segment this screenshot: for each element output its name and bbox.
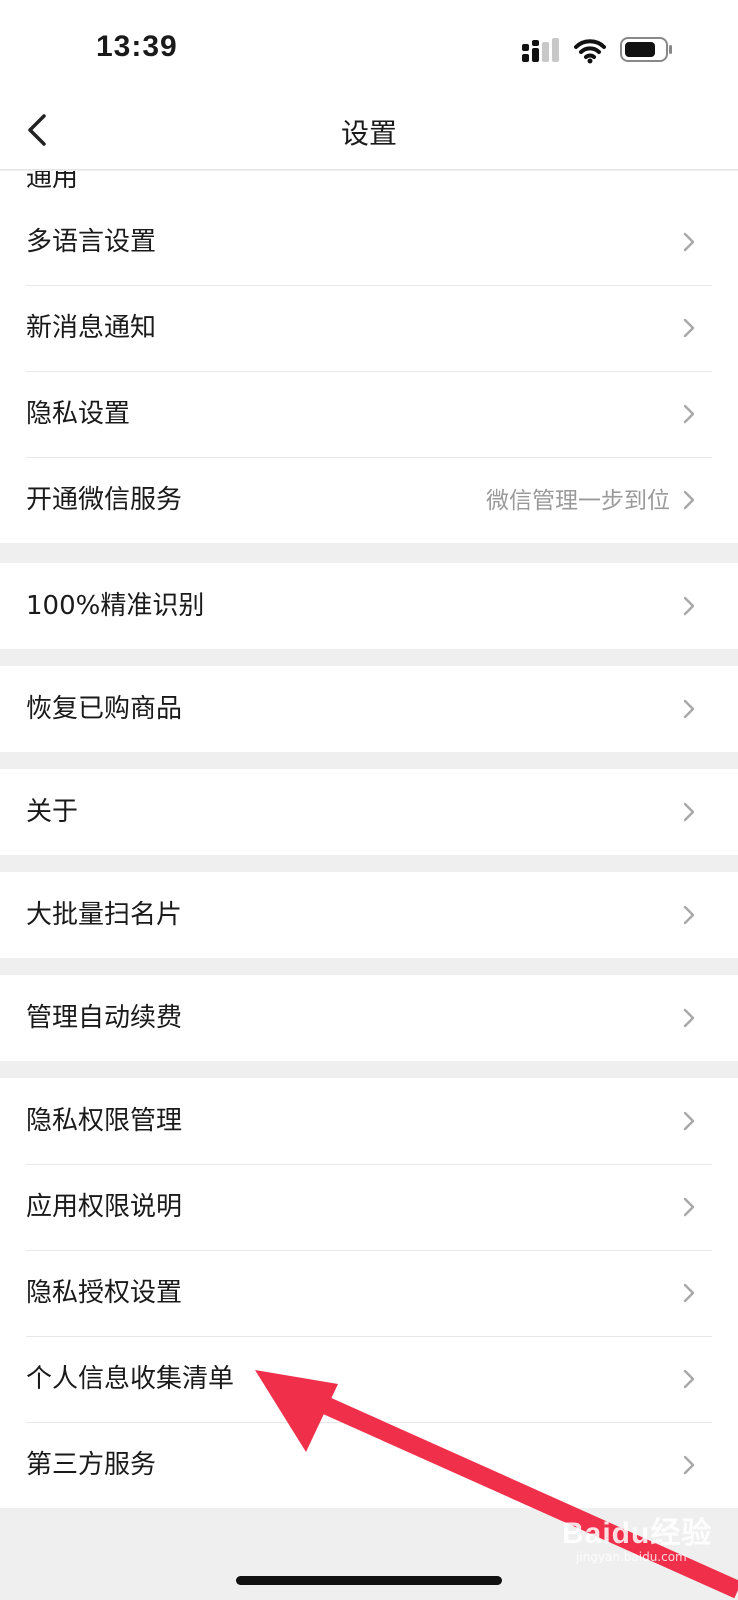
status-bar: 13:39 (0, 0, 738, 92)
watermark-url: jingyan.baidu.com (576, 1550, 687, 1564)
settings-group-recognition: 100%精准识别 (0, 563, 738, 649)
settings-item-third-party[interactable]: 第三方服务 (0, 1422, 738, 1508)
chevron-right-icon (683, 1197, 695, 1217)
nav-bar: 设置 (0, 92, 738, 170)
chevron-right-icon (683, 1283, 695, 1303)
settings-group-general: 多语言设置 新消息通知 隐私设置 开通微信服务 微信管理一步到位 (0, 199, 738, 543)
settings-item-label: 隐私设置 (26, 399, 131, 429)
settings-item-label: 应用权限说明 (26, 1192, 183, 1222)
status-time: 13:39 (96, 30, 178, 63)
chevron-right-icon (683, 1008, 695, 1028)
chevron-right-icon (683, 1369, 695, 1389)
watermark-logo: Baidu经验 (562, 1517, 713, 1550)
settings-item-about[interactable]: 关于 (0, 769, 738, 855)
settings-item-batch-scan[interactable]: 大批量扫名片 (0, 872, 738, 958)
settings-item-privacy-authorization[interactable]: 隐私授权设置 (0, 1250, 738, 1336)
signal-icon (522, 38, 559, 62)
chevron-right-icon (683, 232, 695, 252)
settings-item-label: 管理自动续费 (26, 1003, 183, 1033)
settings-item-label: 隐私权限管理 (26, 1106, 183, 1136)
home-indicator (236, 1576, 502, 1585)
settings-item-language[interactable]: 多语言设置 (0, 199, 738, 285)
chevron-right-icon (683, 1455, 695, 1475)
settings-group-about: 关于 (0, 769, 738, 855)
settings-item-label: 新消息通知 (26, 313, 157, 343)
chevron-right-icon (683, 404, 695, 424)
battery-icon (620, 37, 672, 62)
settings-item-notifications[interactable]: 新消息通知 (0, 285, 738, 371)
settings-group-subscription: 管理自动续费 (0, 975, 738, 1061)
settings-item-label: 关于 (26, 797, 79, 827)
settings-item-label: 通用 (26, 171, 79, 193)
settings-group-restore: 恢复已购商品 (0, 666, 738, 752)
chevron-right-icon (683, 905, 695, 925)
settings-item-app-permissions[interactable]: 应用权限说明 (0, 1164, 738, 1250)
settings-item-label: 多语言设置 (26, 227, 157, 257)
settings-item-personal-info-list[interactable]: 个人信息收集清单 (0, 1336, 738, 1422)
chevron-right-icon (683, 318, 695, 338)
page-title: 设置 (340, 117, 397, 150)
settings-item-privacy-permissions[interactable]: 隐私权限管理 (0, 1078, 738, 1164)
settings-item-auto-renew[interactable]: 管理自动续费 (0, 975, 738, 1061)
settings-item-label: 开通微信服务 (26, 485, 183, 515)
settings-item-label: 隐私授权设置 (26, 1278, 183, 1308)
chevron-right-icon (683, 1111, 695, 1131)
chevron-right-icon (683, 699, 695, 719)
settings-item-label: 恢复已购商品 (26, 694, 183, 724)
settings-item-hint: 微信管理一步到位 (486, 488, 670, 514)
settings-item-label: 大批量扫名片 (26, 900, 183, 930)
settings-group-privacy: 隐私权限管理 应用权限说明 隐私授权设置 个人信息收集清单 第三方服务 (0, 1078, 738, 1508)
settings-item-label: 100%精准识别 (26, 591, 205, 621)
settings-item-label: 个人信息收集清单 (26, 1364, 235, 1394)
chevron-right-icon (683, 802, 695, 822)
settings-item-privacy[interactable]: 隐私设置 (0, 371, 738, 457)
settings-item-restore-purchases[interactable]: 恢复已购商品 (0, 666, 738, 752)
settings-item-accurate-recognition[interactable]: 100%精准识别 (0, 563, 738, 649)
settings-item-label: 第三方服务 (26, 1450, 157, 1480)
chevron-right-icon (683, 596, 695, 616)
settings-item-wechat-service[interactable]: 开通微信服务 微信管理一步到位 (0, 457, 738, 543)
chevron-right-icon (683, 490, 695, 510)
settings-group-batch-scan: 大批量扫名片 (0, 872, 738, 958)
wifi-icon (574, 39, 606, 64)
